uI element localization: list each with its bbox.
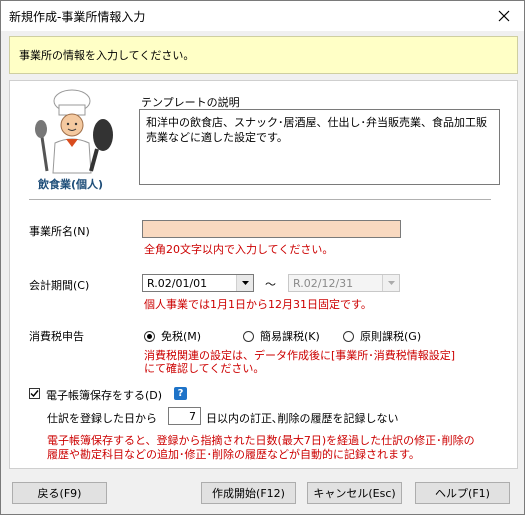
radio-general-label: 原則課税(G)	[360, 330, 422, 343]
period-separator: 〜	[265, 278, 276, 291]
days-prefix: 仕訳を登録した日から	[47, 412, 157, 425]
radio-simplified-label: 簡易課税(K)	[260, 330, 320, 343]
close-button[interactable]	[484, 1, 524, 31]
help-button[interactable]: ヘルプ(F1)	[415, 482, 510, 504]
window-title: 新規作成-事業所情報入力	[9, 10, 146, 24]
period-end-value: R.02/12/31	[293, 277, 354, 290]
create-button[interactable]: 作成開始(F12)	[201, 482, 296, 504]
help-icon[interactable]: ?	[174, 387, 187, 400]
days-suffix: 日以内の訂正､削除の履歴を記録しない	[206, 412, 399, 425]
dialog-window: 新規作成-事業所情報入力 事業所の情報を入力してください。 飲食業(個人) テン…	[0, 0, 525, 515]
period-start-value: R.02/01/01	[147, 277, 208, 290]
chef-icon	[35, 89, 113, 174]
chevron-down-icon[interactable]	[236, 275, 253, 291]
tax-note-line2: にて確認してください。	[144, 362, 265, 375]
radio-button-selected[interactable]	[144, 330, 155, 342]
cancel-button[interactable]: キャンセル(Esc)	[307, 482, 402, 504]
period-end-combo: R.02/12/31	[288, 274, 400, 292]
office-name-note: 全角20文字以内で入力してください。	[144, 243, 334, 256]
close-icon	[498, 10, 510, 22]
separator	[29, 199, 491, 200]
title-bar: 新規作成-事業所情報入力	[1, 1, 524, 31]
radio-exempt-label: 免税(M)	[161, 330, 202, 343]
radio-general[interactable]: 原則課税(G)	[343, 328, 421, 344]
radio-exempt[interactable]: 免税(M)	[144, 328, 201, 344]
chevron-down-icon	[382, 275, 399, 291]
radio-button[interactable]	[243, 330, 254, 342]
period-note: 個人事業では1月1日から12月31日固定です。	[144, 298, 372, 311]
office-name-input[interactable]	[142, 220, 401, 238]
radio-button[interactable]	[343, 330, 354, 342]
ebook-checkbox[interactable]	[29, 388, 40, 399]
ebook-checkbox-label[interactable]: 電子帳簿保存をする(D)	[46, 387, 162, 403]
template-description-label: テンプレートの説明	[141, 96, 240, 109]
period-label: 会計期間(C)	[29, 279, 90, 292]
office-name-label: 事業所名(N)	[29, 225, 90, 238]
template-description-box: 和洋中の飲食店、スナック･居酒屋、仕出し･弁当販売業、食品加工販売業などに適した…	[139, 109, 500, 185]
banner-text: 事業所の情報を入力してください。	[19, 49, 195, 62]
tax-label: 消費税申告	[29, 330, 84, 343]
check-icon	[30, 390, 39, 398]
days-input[interactable]: 7	[168, 407, 201, 425]
instruction-banner: 事業所の情報を入力してください。	[9, 36, 518, 74]
back-button[interactable]: 戻る(F9)	[12, 482, 107, 504]
ebook-note-line2: 履歴や勘定科目などの追加･修正･削除の履歴などが自動的に記録されます。	[47, 448, 420, 461]
business-type-label: 飲食業(個人)	[38, 178, 104, 191]
radio-simplified[interactable]: 簡易課税(K)	[243, 328, 320, 344]
period-start-combo[interactable]: R.02/01/01	[142, 274, 254, 292]
